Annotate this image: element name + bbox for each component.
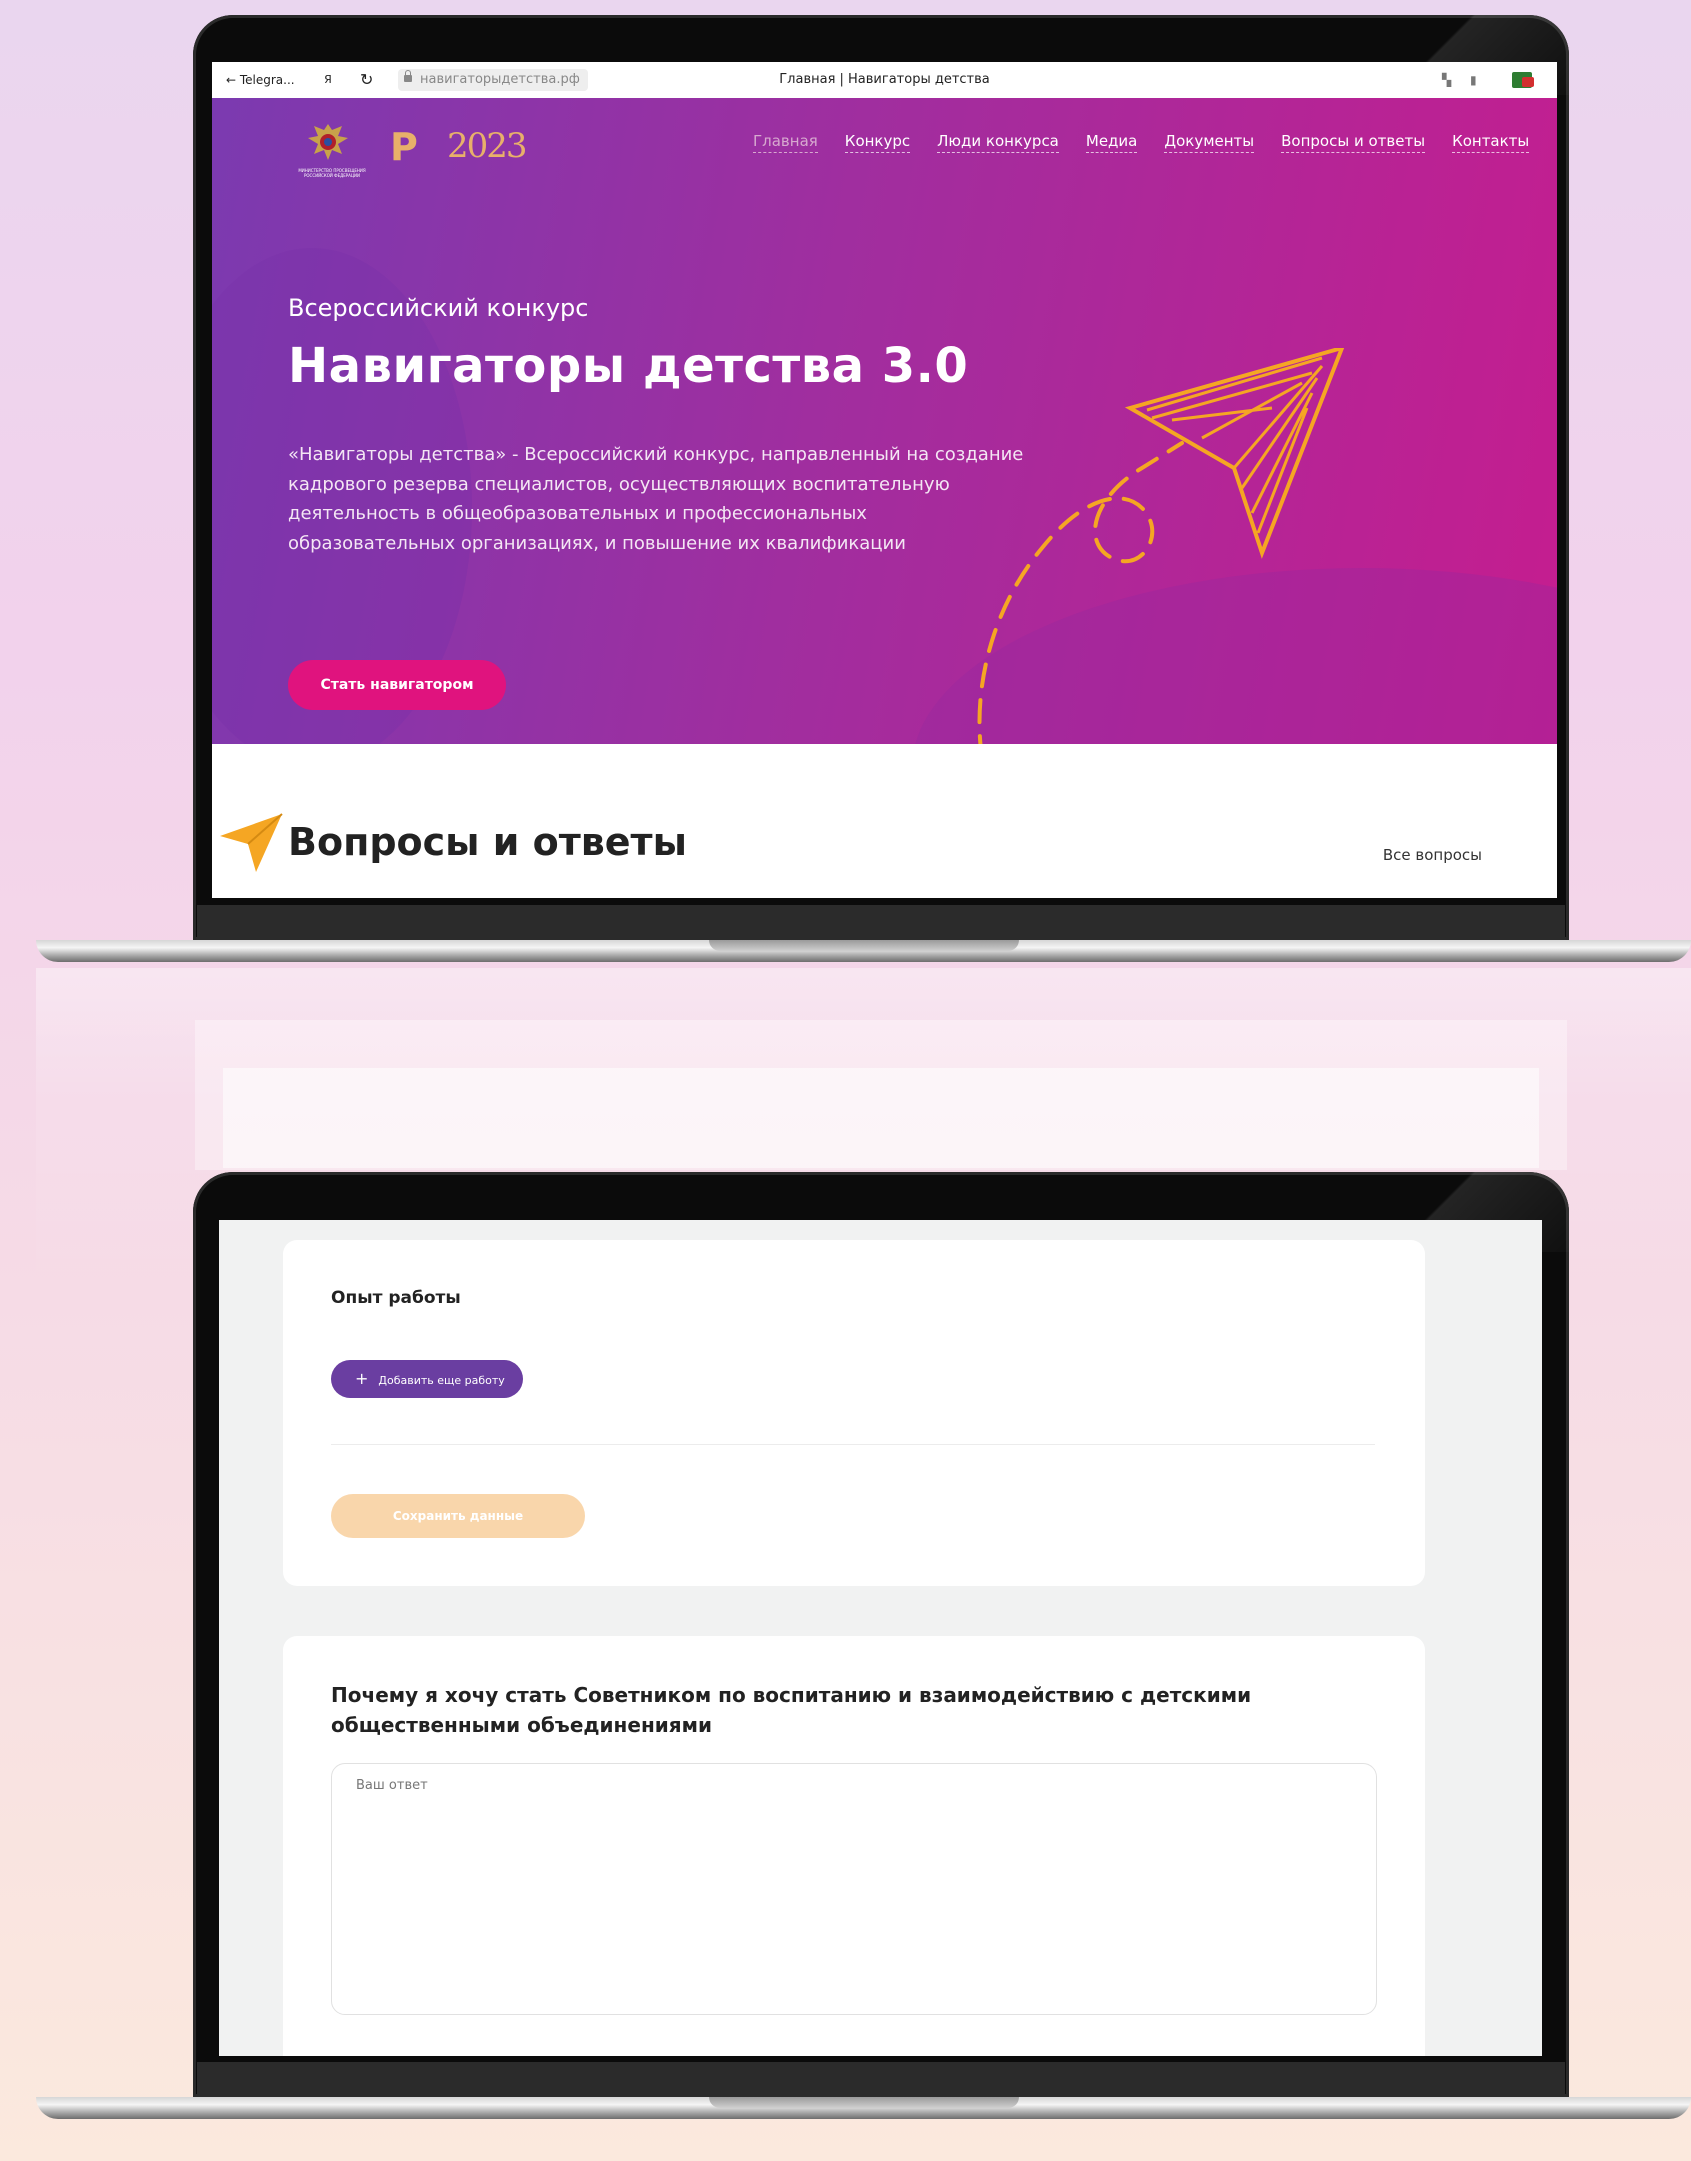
rdsh-logo[interactable]: Р bbox=[390, 128, 428, 166]
save-data-button[interactable]: Сохранить данные bbox=[331, 1494, 585, 1538]
laptop-lid: ← Telegra... Я ↻ навигаторыдетства.рф Гл… bbox=[193, 15, 1569, 940]
faq-title: Вопросы и ответы bbox=[288, 820, 687, 864]
laptop-base-2 bbox=[36, 2097, 1691, 2119]
paper-plane-icon bbox=[977, 348, 1345, 744]
all-questions-link[interactable]: Все вопросы bbox=[1383, 846, 1482, 864]
experience-title: Опыт работы bbox=[331, 1288, 461, 1308]
hero-section: МИНИСТЕРСТВО ПРОСВЕЩЕНИЯ РОССИЙСКОЙ ФЕДЕ… bbox=[212, 98, 1557, 744]
hero-subtitle: Всероссийский конкурс bbox=[288, 294, 589, 322]
screen-bottom: Опыт работы + Добавить еще работу Сохрани… bbox=[219, 1220, 1542, 2056]
laptop-notch bbox=[708, 940, 1019, 951]
main-nav: Главная Конкурс Люди конкурса Медиа Доку… bbox=[726, 132, 1530, 153]
hero-description: «Навигаторы детства» - Всероссийский кон… bbox=[288, 444, 1024, 554]
become-navigator-button[interactable]: Стать навигатором bbox=[288, 660, 506, 710]
form-divider bbox=[331, 1444, 1375, 1445]
browser-toolbar: ← Telegra... Я ↻ навигаторыдетства.рф Гл… bbox=[212, 62, 1557, 99]
ministry-logo-text: МИНИСТЕРСТВО ПРОСВЕЩЕНИЯ РОССИЙСКОЙ ФЕДЕ… bbox=[298, 168, 366, 178]
motivation-question: Почему я хочу стать Советником по воспит… bbox=[331, 1683, 1252, 1737]
reflection-screen-inner bbox=[223, 1068, 1539, 1168]
extension-badge-icon bbox=[1522, 77, 1534, 87]
screen-top: ← Telegra... Я ↻ навигаторыдетства.рф Гл… bbox=[212, 62, 1557, 898]
nav-item-documents[interactable]: Документы bbox=[1164, 132, 1255, 153]
hero-title: Навигаторы детства 3.0 bbox=[288, 338, 969, 394]
nav-item-contacts[interactable]: Контакты bbox=[1452, 132, 1530, 153]
translate-icon[interactable]: ▚ bbox=[1442, 62, 1451, 98]
page-title: Главная | Навигаторы детства bbox=[779, 72, 990, 87]
add-work-label: Добавить еще работу bbox=[378, 1374, 505, 1387]
plus-icon: + bbox=[355, 1369, 369, 1388]
nav-item-faq[interactable]: Вопросы и ответы bbox=[1281, 132, 1426, 153]
nav-item-home[interactable]: Главная bbox=[753, 132, 818, 153]
laptop-bezel-2 bbox=[197, 2062, 1565, 2097]
add-work-button[interactable]: + Добавить еще работу bbox=[331, 1360, 523, 1398]
year-logo[interactable]: 2023 bbox=[447, 126, 528, 166]
laptop-lid-2: Опыт работы + Добавить еще работу Сохрани… bbox=[193, 1172, 1569, 2097]
ministry-crest-icon[interactable] bbox=[302, 120, 354, 164]
bookmark-icon[interactable]: ▮ bbox=[1470, 62, 1477, 98]
laptop-bezel bbox=[197, 905, 1565, 940]
nav-item-media[interactable]: Медиа bbox=[1085, 132, 1138, 153]
small-plane-icon bbox=[220, 813, 283, 872]
laptop-notch-2 bbox=[708, 2097, 1019, 2108]
answer-textarea[interactable] bbox=[331, 1763, 1377, 2015]
nav-item-people[interactable]: Люди конкурса bbox=[937, 132, 1059, 153]
nav-item-contest[interactable]: Конкурс bbox=[844, 132, 911, 153]
laptop-base bbox=[36, 940, 1691, 962]
